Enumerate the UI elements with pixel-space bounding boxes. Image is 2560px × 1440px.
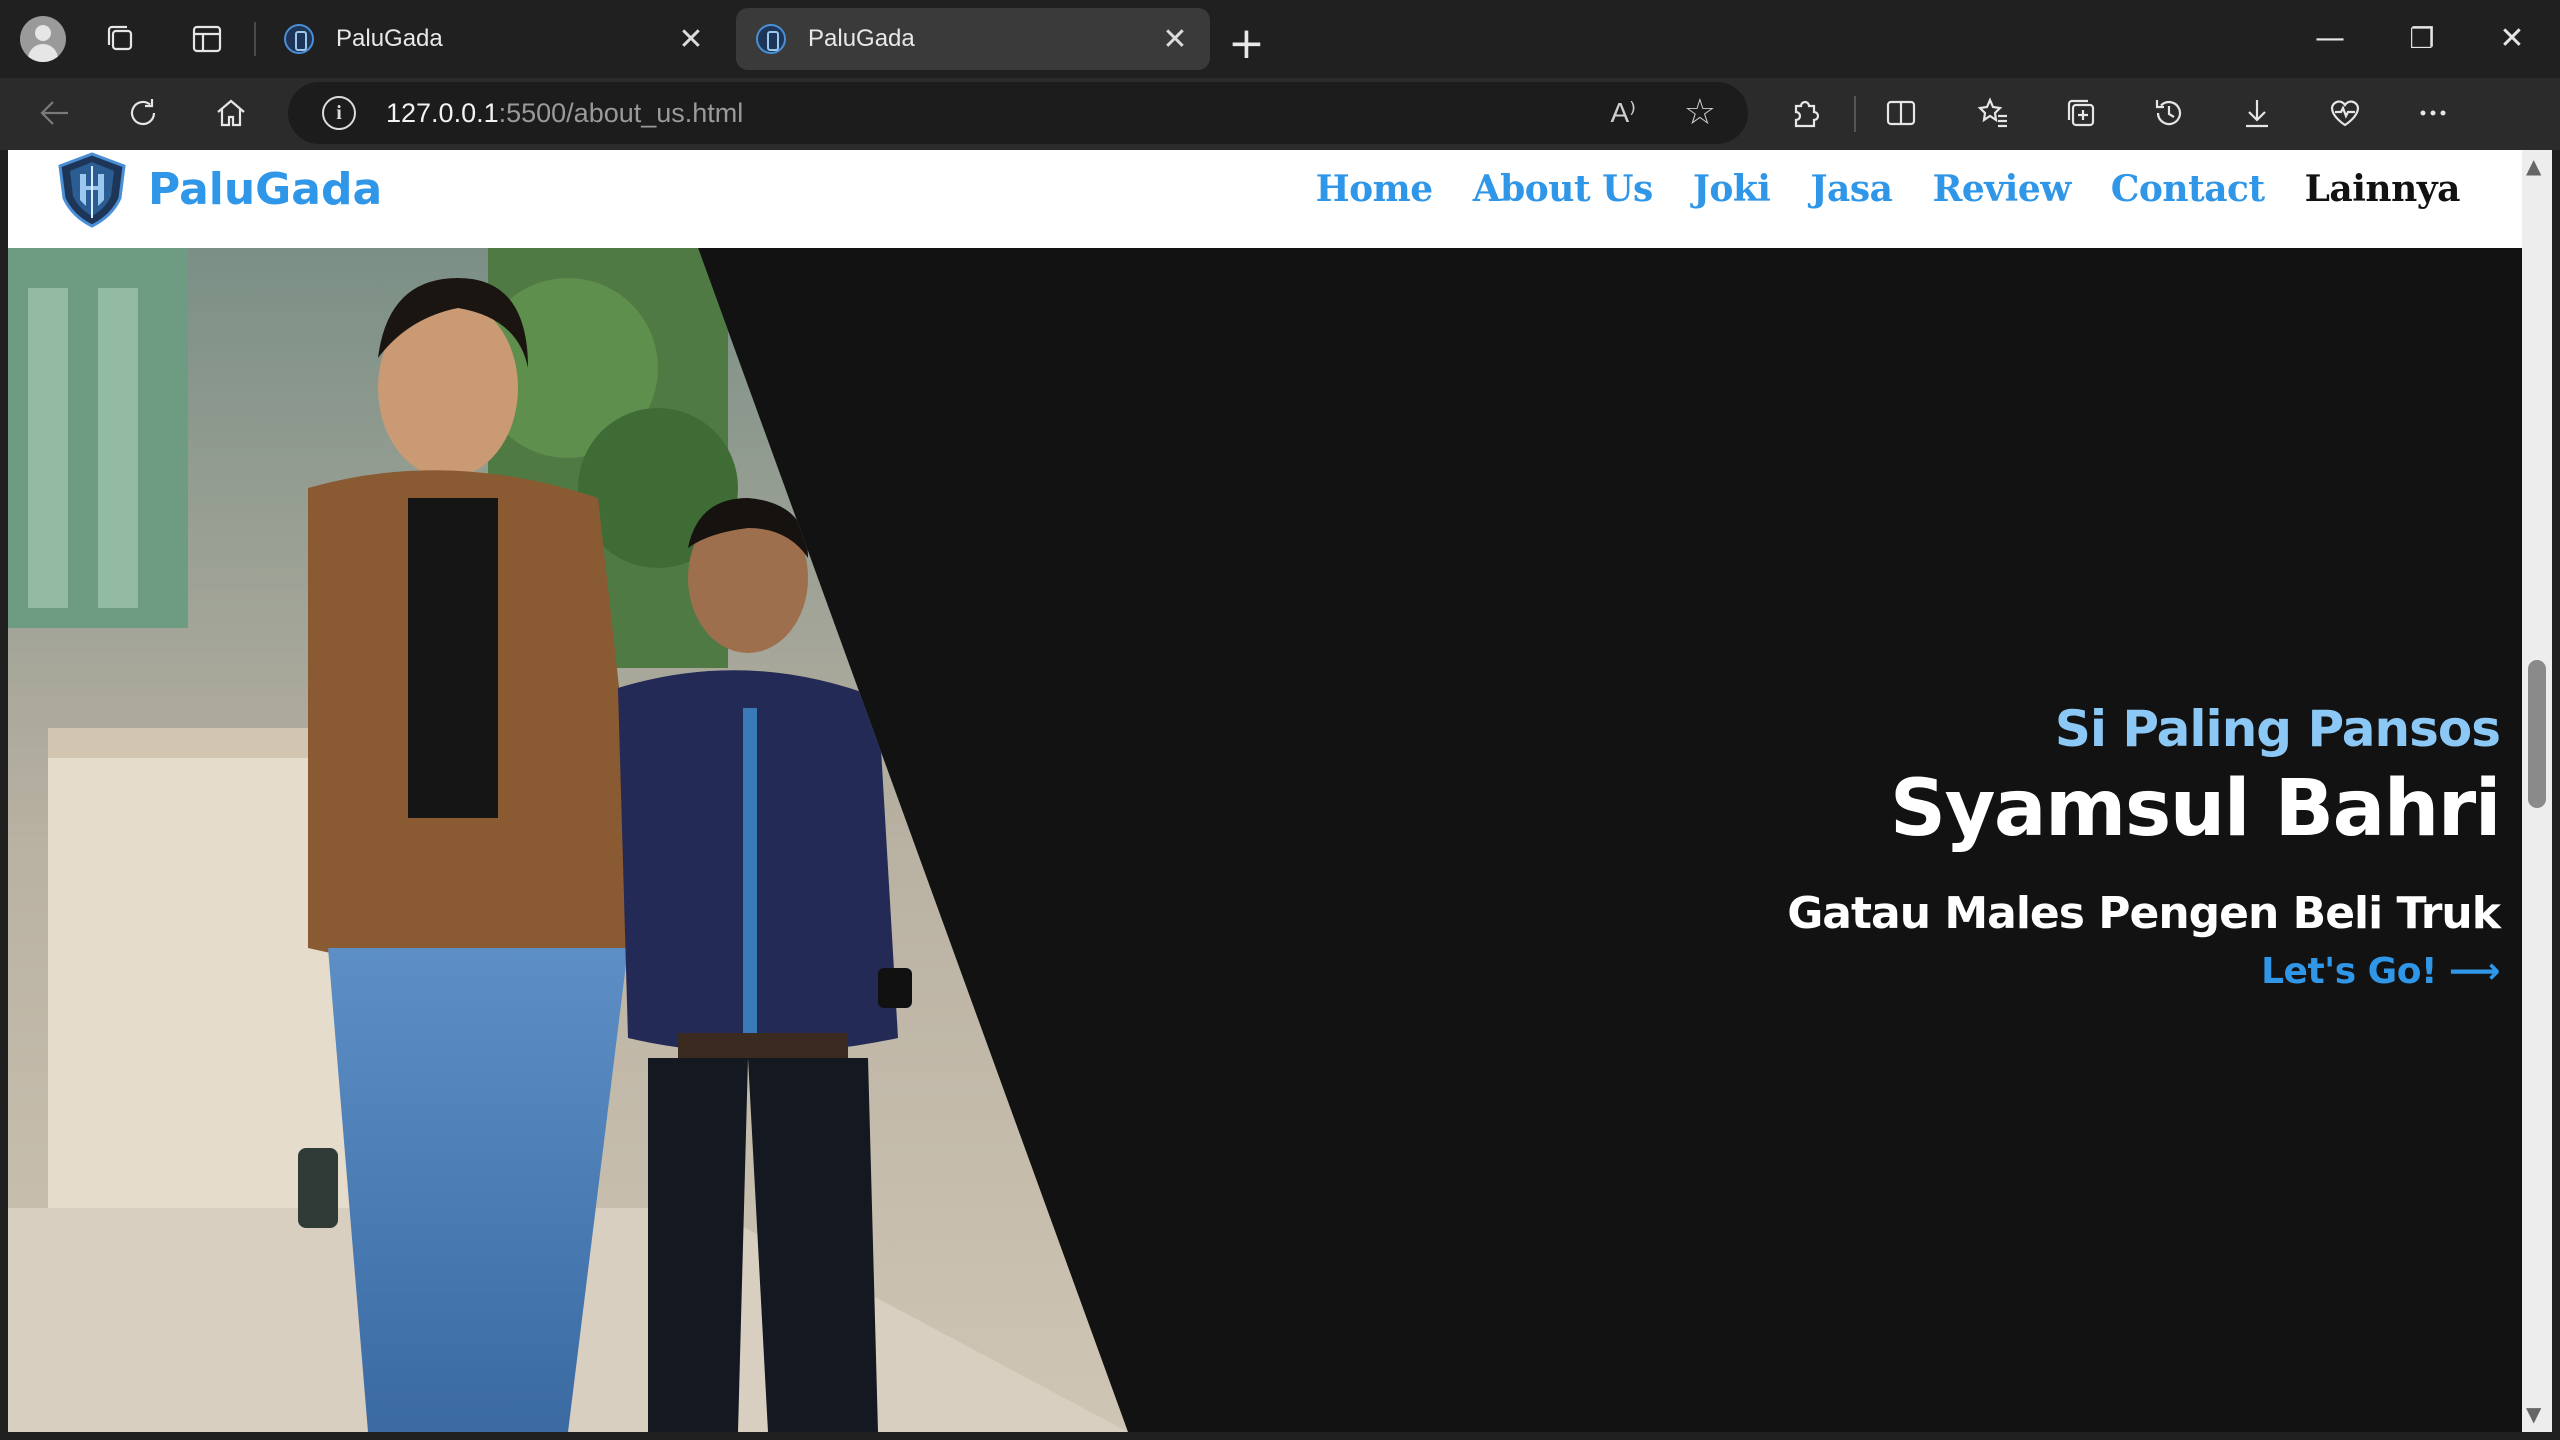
restore-button[interactable]: ❐ [2392, 14, 2452, 62]
split-screen-icon[interactable] [1884, 96, 1918, 130]
tab-separator [254, 22, 256, 56]
scroll-down-arrow-icon[interactable]: ▼ [2526, 1402, 2541, 1426]
scroll-up-arrow-icon[interactable]: ▲ [2526, 154, 2541, 178]
extensions-icon[interactable] [1788, 96, 1822, 130]
scroll-thumb[interactable] [2528, 660, 2546, 808]
hero-section: Si Paling Pansos Syamsul Bahri Gatau Mal… [8, 248, 2522, 1432]
tab-close-icon[interactable]: ✕ [676, 22, 706, 57]
tab-close-icon[interactable]: ✕ [1160, 22, 1190, 57]
nav-joki[interactable]: Joki [1693, 168, 1771, 210]
hero-tagline: Gatau Males Pengen Beli Truk [1787, 888, 2501, 939]
hero-name: Syamsul Bahri [1889, 764, 2502, 854]
toolbar-separator [1854, 96, 1856, 132]
lets-go-link[interactable]: Let's Go! ⟶ [1787, 951, 2500, 992]
palugada-favicon-icon [756, 24, 786, 54]
page-viewport: PaluGada Home About Us Joki Jasa Review … [8, 150, 2522, 1432]
tab-title: PaluGada [808, 25, 915, 52]
browser-tab-1[interactable]: PaluGada ✕ [264, 8, 726, 70]
collections-icon[interactable] [2064, 96, 2098, 130]
home-icon[interactable] [214, 96, 248, 130]
browser-tab-2-active[interactable]: PaluGada ✕ [736, 8, 1210, 70]
team-photo [8, 248, 1128, 1432]
site-info-icon[interactable]: i [322, 96, 356, 130]
nav-jasa[interactable]: Jasa [1810, 168, 1892, 210]
hero-text-block: Si Paling Pansos Syamsul Bahri Gatau Mal… [1787, 700, 2502, 992]
url-host: 127.0.0.1 [386, 97, 499, 128]
site-navbar: PaluGada Home About Us Joki Jasa Review … [8, 150, 2522, 248]
brand-name[interactable]: PaluGada [148, 164, 382, 215]
downloads-icon[interactable] [2240, 96, 2274, 130]
hero-subtitle: Si Paling Pansos [2054, 700, 2501, 758]
read-aloud-icon[interactable]: A⁾ [1610, 96, 1636, 129]
browser-essentials-icon[interactable] [2328, 96, 2362, 130]
favorite-star-icon[interactable]: ☆ [1684, 92, 1716, 133]
address-bar[interactable]: i 127.0.0.1:5500/about_us.html A⁾ ☆ [288, 82, 1748, 144]
profile-avatar-icon[interactable] [20, 16, 66, 62]
history-icon[interactable] [2152, 96, 2186, 130]
favorites-icon[interactable] [1976, 96, 2010, 130]
tab-actions-icon[interactable] [190, 22, 224, 56]
main-nav: Home About Us Joki Jasa Review Contact L… [1316, 168, 2461, 210]
browser-toolbar: i 127.0.0.1:5500/about_us.html A⁾ ☆ [0, 78, 2560, 210]
new-tab-button[interactable]: + [1228, 18, 1265, 69]
nav-review[interactable]: Review [1932, 168, 2071, 210]
nav-contact[interactable]: Contact [2111, 168, 2265, 210]
close-window-button[interactable]: ✕ [2482, 14, 2542, 62]
nav-about-us[interactable]: About Us [1473, 168, 1654, 210]
url-path: :5500/about_us.html [498, 97, 744, 128]
minimize-button[interactable]: — [2300, 14, 2360, 62]
nav-home[interactable]: Home [1316, 168, 1434, 210]
palugada-logo-icon[interactable] [52, 152, 132, 228]
more-options-icon[interactable] [2416, 96, 2450, 130]
refresh-icon[interactable] [126, 96, 160, 130]
page-scrollbar[interactable]: ▲ ▼ [2522, 150, 2552, 1432]
browser-tab-bar: PaluGada ✕ PaluGada ✕ + — ❐ ✕ [0, 0, 2560, 78]
workspaces-icon[interactable] [104, 22, 138, 56]
back-arrow-icon[interactable] [38, 96, 72, 130]
tab-title: PaluGada [336, 25, 443, 52]
nav-lainnya[interactable]: Lainnya [2305, 168, 2461, 210]
url-text[interactable]: 127.0.0.1:5500/about_us.html [386, 98, 743, 129]
palugada-favicon-icon [284, 24, 314, 54]
